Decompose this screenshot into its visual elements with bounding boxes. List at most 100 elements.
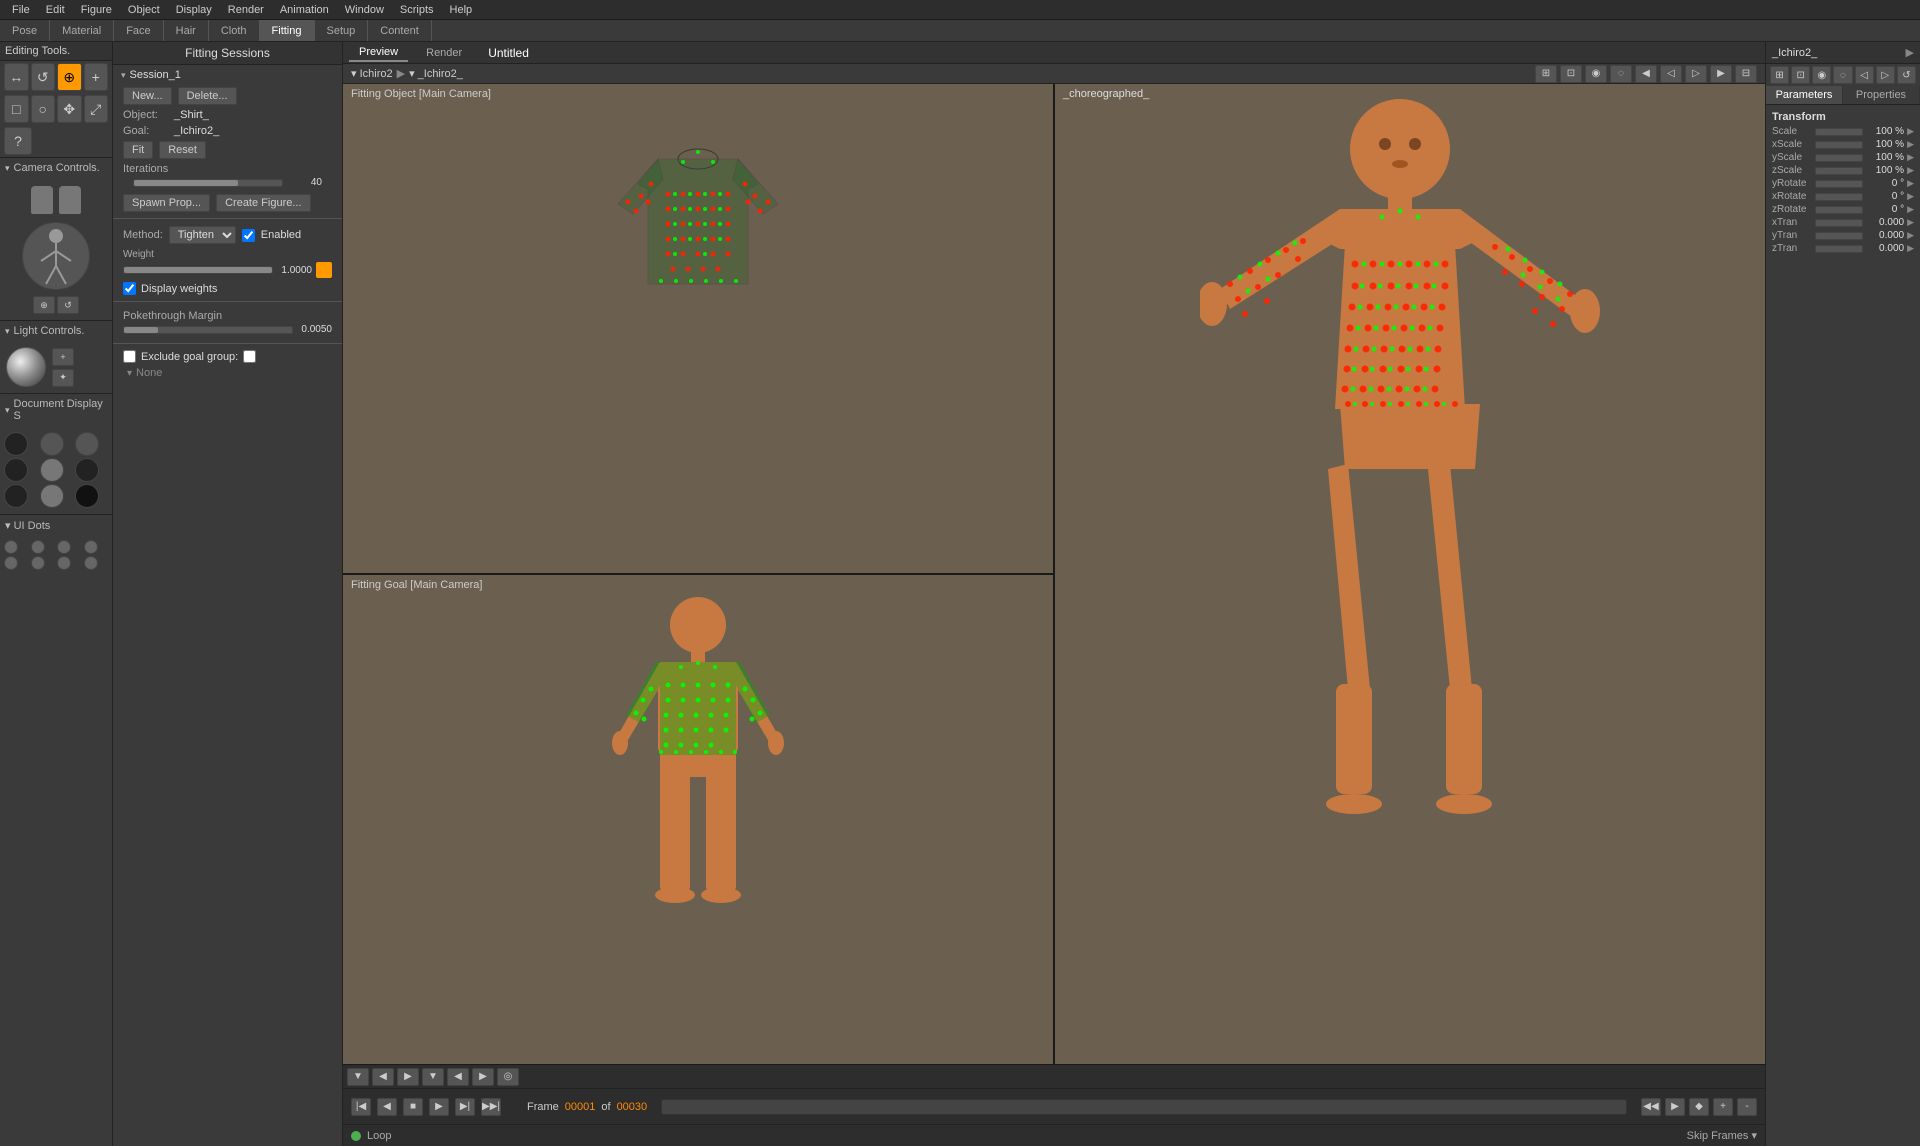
display-dot-1[interactable] bbox=[4, 432, 28, 456]
ui-dot-2[interactable] bbox=[31, 540, 45, 554]
tool-translate[interactable]: ↔ bbox=[4, 63, 29, 91]
tool-resize[interactable]: ⤢ bbox=[84, 95, 109, 123]
ui-dot-3[interactable] bbox=[57, 540, 71, 554]
vp-nav-left[interactable]: ◀ bbox=[372, 1068, 394, 1086]
breadcrumb-left[interactable]: ▾ Ichiro2 bbox=[351, 67, 393, 80]
bc-icon5[interactable]: ◀ bbox=[1635, 65, 1657, 83]
ui-dot-4[interactable] bbox=[84, 540, 98, 554]
scale-slider[interactable] bbox=[1815, 128, 1863, 136]
tool-plus[interactable]: + bbox=[84, 63, 109, 91]
camera-reset[interactable]: ↺ bbox=[57, 296, 79, 314]
bc-icon1[interactable]: ⊞ bbox=[1535, 65, 1557, 83]
left-hand-icon[interactable] bbox=[31, 186, 53, 214]
xscale-arrow[interactable]: ▶ bbox=[1907, 139, 1914, 150]
yscale-slider[interactable] bbox=[1815, 154, 1863, 162]
menu-scripts[interactable]: Scripts bbox=[392, 4, 442, 16]
pokethrough-slider[interactable] bbox=[123, 326, 293, 334]
timeline-track[interactable] bbox=[661, 1099, 1627, 1115]
xrotate-slider[interactable] bbox=[1815, 193, 1863, 201]
bc-icon6[interactable]: ◁ bbox=[1660, 65, 1682, 83]
viewport-right[interactable]: _choreographed_ bbox=[1055, 84, 1765, 1064]
tab-hair[interactable]: Hair bbox=[164, 20, 209, 41]
light-add[interactable]: + bbox=[52, 348, 74, 366]
breadcrumb-right[interactable]: ▾ _Ichiro2_ bbox=[409, 67, 463, 80]
viewport-top[interactable]: Fitting Object [Main Camera] bbox=[343, 84, 1053, 575]
tab-parameters[interactable]: Parameters bbox=[1766, 86, 1843, 104]
ui-dot-1[interactable] bbox=[4, 540, 18, 554]
tab-cloth[interactable]: Cloth bbox=[209, 20, 260, 41]
ui-dot-5[interactable] bbox=[4, 556, 18, 570]
display-dot-5[interactable] bbox=[40, 458, 64, 482]
tl-play2[interactable]: ▶ bbox=[1665, 1098, 1685, 1116]
light-sphere[interactable] bbox=[6, 347, 46, 387]
tab-render[interactable]: Render bbox=[416, 45, 472, 61]
tab-properties[interactable]: Properties bbox=[1843, 86, 1920, 104]
rp-icon2[interactable]: ⊡ bbox=[1791, 66, 1810, 84]
tl-key[interactable]: ◆ bbox=[1689, 1098, 1709, 1116]
iterations-slider[interactable] bbox=[133, 179, 283, 187]
enabled-checkbox[interactable] bbox=[242, 229, 255, 242]
ui-dot-6[interactable] bbox=[31, 556, 45, 570]
exclude-checkbox[interactable] bbox=[123, 350, 136, 363]
bc-icon7[interactable]: ▷ bbox=[1685, 65, 1707, 83]
tool-select-circle[interactable]: ○ bbox=[31, 95, 56, 123]
menu-help[interactable]: Help bbox=[442, 4, 481, 16]
tab-setup[interactable]: Setup bbox=[315, 20, 369, 41]
timeline-next[interactable]: ▶| bbox=[455, 1098, 475, 1116]
tab-fitting[interactable]: Fitting bbox=[260, 20, 315, 41]
tool-select-rect[interactable]: □ bbox=[4, 95, 29, 123]
xtran-arrow[interactable]: ▶ bbox=[1907, 217, 1914, 228]
weight-icon[interactable] bbox=[316, 262, 332, 278]
xrotate-arrow[interactable]: ▶ bbox=[1907, 191, 1914, 202]
vp-nav-r2[interactable]: ▶ bbox=[472, 1068, 494, 1086]
display-dot-3[interactable] bbox=[75, 432, 99, 456]
ytran-slider[interactable] bbox=[1815, 232, 1863, 240]
fit-button[interactable]: Fit bbox=[123, 141, 153, 159]
bc-icon9[interactable]: ⊟ bbox=[1735, 65, 1757, 83]
timeline-prev[interactable]: ◀ bbox=[377, 1098, 397, 1116]
vp-nav-down2[interactable]: ▼ bbox=[422, 1068, 444, 1086]
display-dot-4[interactable] bbox=[4, 458, 28, 482]
zrotate-arrow[interactable]: ▶ bbox=[1907, 204, 1914, 215]
delete-button[interactable]: Delete... bbox=[178, 87, 237, 105]
timeline-end[interactable]: ▶▶| bbox=[481, 1098, 501, 1116]
tab-face[interactable]: Face bbox=[114, 20, 163, 41]
tl-minus[interactable]: - bbox=[1737, 1098, 1757, 1116]
bc-icon8[interactable]: ▶ bbox=[1710, 65, 1732, 83]
timeline-play[interactable]: ▶ bbox=[429, 1098, 449, 1116]
camera-figure-box[interactable] bbox=[22, 222, 90, 290]
ytran-arrow[interactable]: ▶ bbox=[1907, 230, 1914, 241]
display-dot-7[interactable] bbox=[4, 484, 28, 508]
create-figure-button[interactable]: Create Figure... bbox=[216, 194, 310, 212]
reset-button[interactable]: Reset bbox=[159, 141, 206, 159]
ztran-slider[interactable] bbox=[1815, 245, 1863, 253]
menu-animation[interactable]: Animation bbox=[272, 4, 337, 16]
light-settings[interactable]: ✦ bbox=[52, 369, 74, 387]
camera-zoom[interactable]: ⊕ bbox=[33, 296, 55, 314]
ui-dot-8[interactable] bbox=[84, 556, 98, 570]
ui-dot-7[interactable] bbox=[57, 556, 71, 570]
menu-object[interactable]: Object bbox=[120, 4, 168, 16]
vp-nav-l2[interactable]: ◀ bbox=[447, 1068, 469, 1086]
vp-nav-right[interactable]: ▶ bbox=[397, 1068, 419, 1086]
menu-file[interactable]: File bbox=[4, 4, 38, 16]
menu-window[interactable]: Window bbox=[337, 4, 392, 16]
zscale-arrow[interactable]: ▶ bbox=[1907, 165, 1914, 176]
display-dot-8[interactable] bbox=[40, 484, 64, 508]
timeline-start[interactable]: |◀ bbox=[351, 1098, 371, 1116]
tl-prev2[interactable]: ◀◀ bbox=[1641, 1098, 1661, 1116]
tool-help[interactable]: ? bbox=[4, 127, 32, 155]
tool-move[interactable]: ✥ bbox=[57, 95, 82, 123]
right-hand-icon[interactable] bbox=[59, 186, 81, 214]
right-panel-close[interactable]: ▶ bbox=[1906, 46, 1914, 59]
tab-pose[interactable]: Pose bbox=[0, 20, 50, 41]
scale-arrow[interactable]: ▶ bbox=[1907, 126, 1914, 137]
tab-content[interactable]: Content bbox=[368, 20, 432, 41]
rp-icon6[interactable]: ▷ bbox=[1876, 66, 1895, 84]
new-button[interactable]: New... bbox=[123, 87, 172, 105]
menu-display[interactable]: Display bbox=[168, 4, 220, 16]
display-weights-checkbox[interactable] bbox=[123, 282, 136, 295]
vp-nav-extra[interactable]: ◎ bbox=[497, 1068, 519, 1086]
rp-icon5[interactable]: ◁ bbox=[1855, 66, 1874, 84]
display-dot-2[interactable] bbox=[40, 432, 64, 456]
